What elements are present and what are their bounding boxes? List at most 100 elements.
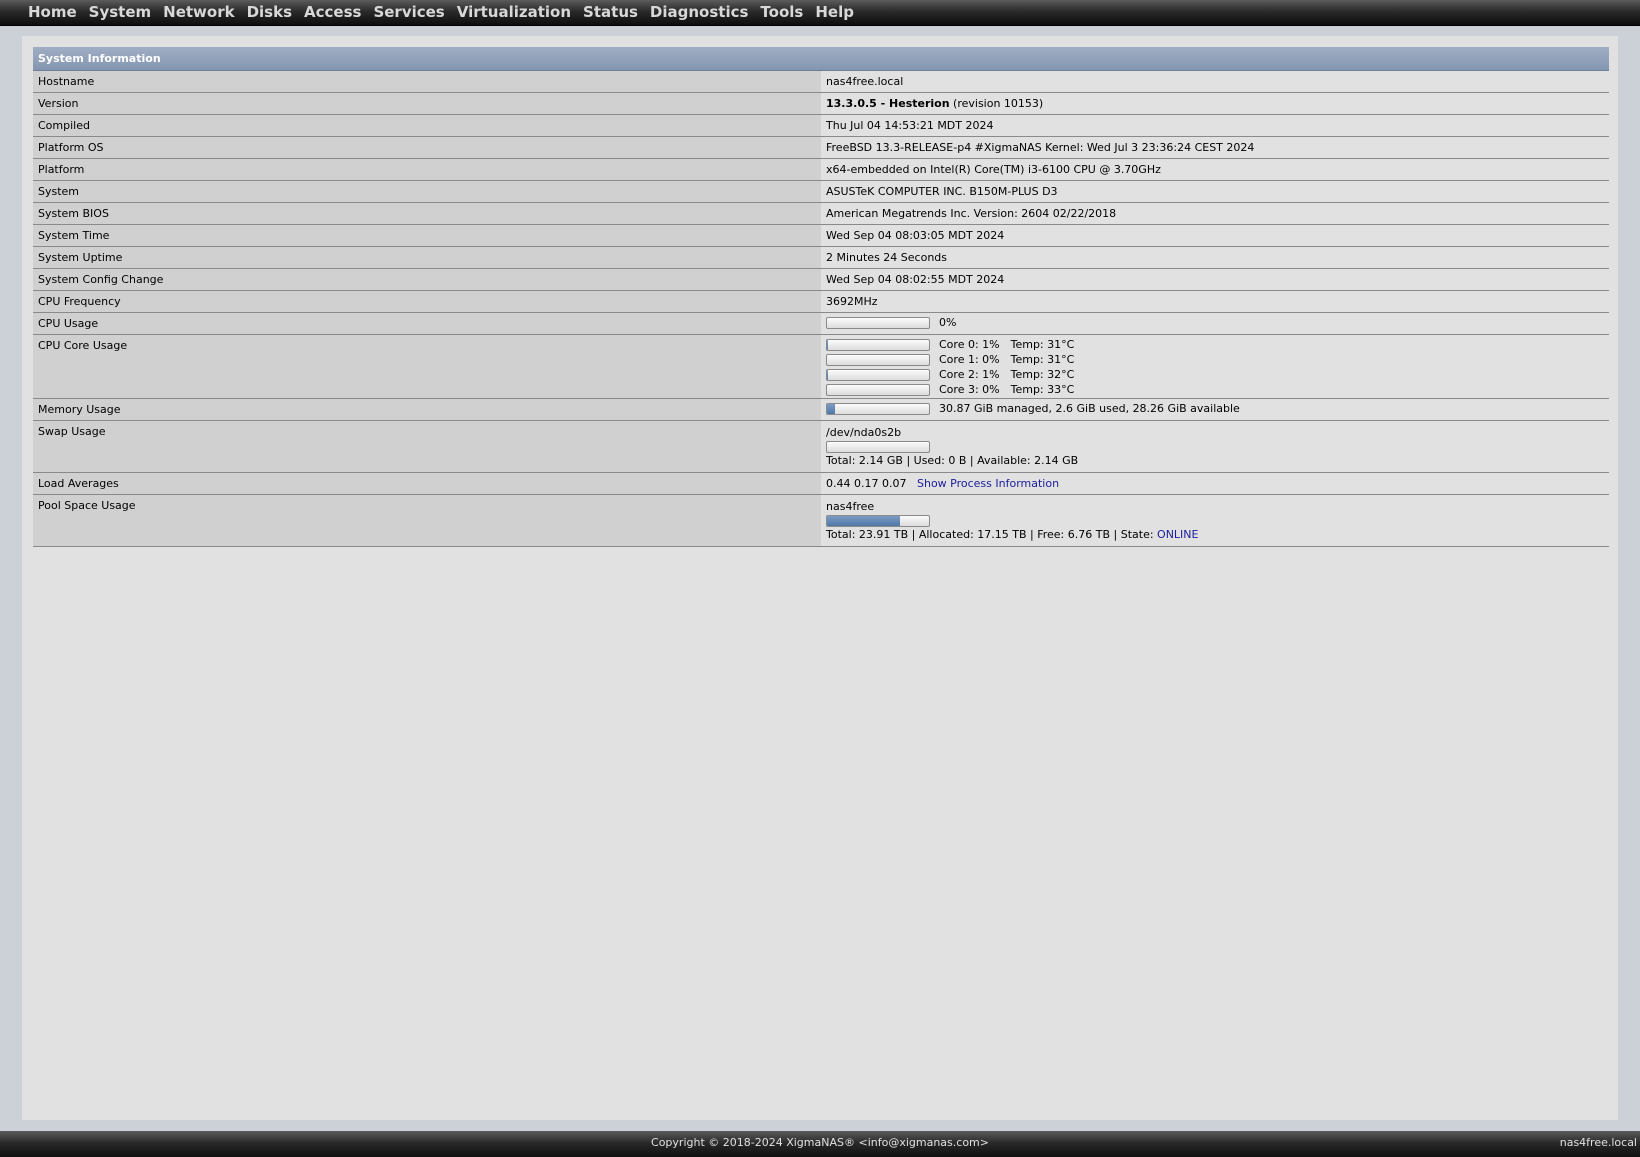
core-temp-text: Temp: 33°C bbox=[1010, 383, 1075, 396]
row-config-change: System Config Change Wed Sep 04 08:02:55… bbox=[33, 268, 1609, 291]
row-bios: System BIOS American Megatrends Inc. Ver… bbox=[33, 202, 1609, 225]
nav-virtualization[interactable]: Virtualization bbox=[451, 0, 577, 25]
core-row: Core 1: 0% Temp: 31°C bbox=[826, 352, 1609, 367]
nav-services[interactable]: Services bbox=[367, 0, 450, 25]
label-compiled: Compiled bbox=[33, 114, 821, 137]
core-usage-text: Core 0: 1% bbox=[939, 338, 1000, 351]
row-system-time: System Time Wed Sep 04 08:03:05 MDT 2024 bbox=[33, 224, 1609, 247]
swap-device: /dev/nda0s2b bbox=[826, 426, 902, 439]
nav-system[interactable]: System bbox=[83, 0, 157, 25]
row-swap-usage: Swap Usage /dev/nda0s2b Total: 2.14 GB |… bbox=[33, 420, 1609, 473]
nav-status[interactable]: Status bbox=[577, 0, 644, 25]
footer-bar: Copyright © 2018-2024 XigmaNAS® <info@xi… bbox=[0, 1131, 1640, 1157]
label-platform-os: Platform OS bbox=[33, 136, 821, 159]
label-load-averages: Load Averages bbox=[33, 472, 821, 495]
label-bios: System BIOS bbox=[33, 202, 821, 225]
value-system: ASUSTeK COMPUTER INC. B150M-PLUS D3 bbox=[821, 180, 1609, 203]
core-usage-text: Core 3: 0% bbox=[939, 383, 1000, 396]
nav-help[interactable]: Help bbox=[809, 0, 860, 25]
cpu-usage-text: 0% bbox=[939, 316, 957, 329]
label-uptime: System Uptime bbox=[33, 246, 821, 269]
row-load-averages: Load Averages 0.44 0.17 0.07 Show Proces… bbox=[33, 472, 1609, 495]
value-bios: American Megatrends Inc. Version: 2604 0… bbox=[821, 202, 1609, 225]
row-cpu-usage: CPU Usage 0% bbox=[33, 312, 1609, 335]
section-title: System Information bbox=[33, 47, 1609, 71]
memory-usage-text: 30.87 GiB managed, 2.6 GiB used, 28.26 G… bbox=[939, 402, 1240, 415]
version-revision: (revision 10153) bbox=[949, 97, 1044, 110]
value-platform: x64-embedded on Intel(R) Core(TM) i3-610… bbox=[821, 158, 1609, 181]
core-row: Core 0: 1% Temp: 31°C bbox=[826, 337, 1609, 352]
label-system-time: System Time bbox=[33, 224, 821, 247]
value-hostname: nas4free.local bbox=[821, 70, 1609, 93]
row-uptime: System Uptime 2 Minutes 24 Seconds bbox=[33, 246, 1609, 269]
swap-usage-bar bbox=[826, 441, 930, 453]
pool-usage-bar bbox=[826, 515, 930, 527]
pool-name: nas4free bbox=[826, 500, 875, 513]
value-load-averages: 0.44 0.17 0.07 Show Process Information bbox=[821, 472, 1609, 495]
value-cpu-core-usage: Core 0: 1% Temp: 31°C Core 1: 0% Temp: 31°… bbox=[821, 334, 1609, 399]
row-memory-usage: Memory Usage 30.87 GiB managed, 2.6 GiB … bbox=[33, 398, 1609, 421]
label-cpu-core-usage: CPU Core Usage bbox=[33, 334, 821, 399]
nav-network[interactable]: Network bbox=[157, 0, 240, 25]
value-platform-os: FreeBSD 13.3-RELEASE-p4 #XigmaNAS Kernel… bbox=[821, 136, 1609, 159]
row-platform-os: Platform OS FreeBSD 13.3-RELEASE-p4 #Xig… bbox=[33, 136, 1609, 159]
value-memory-usage: 30.87 GiB managed, 2.6 GiB used, 28.26 G… bbox=[821, 398, 1609, 421]
pool-usage-text: Total: 23.91 TB | Allocated: 17.15 TB | … bbox=[826, 528, 1158, 541]
value-cpu-frequency: 3692MHz bbox=[821, 290, 1609, 313]
row-cpu-frequency: CPU Frequency 3692MHz bbox=[33, 290, 1609, 313]
cpu-usage-bar bbox=[826, 317, 930, 329]
label-cpu-frequency: CPU Frequency bbox=[33, 290, 821, 313]
memory-usage-bar-fill bbox=[827, 404, 836, 414]
row-pool-space-usage: Pool Space Usage nas4free Total: 23.91 T… bbox=[33, 494, 1609, 547]
core-usage-text: Core 1: 0% bbox=[939, 353, 1000, 366]
memory-usage-bar bbox=[826, 403, 930, 415]
value-pool-space-usage: nas4free Total: 23.91 TB | Allocated: 17… bbox=[821, 494, 1609, 547]
label-swap-usage: Swap Usage bbox=[33, 420, 821, 473]
core-row: Core 2: 1% Temp: 32°C bbox=[826, 367, 1609, 382]
value-swap-usage: /dev/nda0s2b Total: 2.14 GB | Used: 0 B … bbox=[821, 420, 1609, 473]
row-cpu-core-usage: CPU Core Usage Core 0: 1% Temp: 31°C Core… bbox=[33, 334, 1609, 399]
label-pool-space-usage: Pool Space Usage bbox=[33, 494, 821, 547]
label-memory-usage: Memory Usage bbox=[33, 398, 821, 421]
value-config-change: Wed Sep 04 08:02:55 MDT 2024 bbox=[821, 268, 1609, 291]
row-platform: Platform x64-embedded on Intel(R) Core(T… bbox=[33, 158, 1609, 181]
system-info-table: System Information Hostname nas4free.loc… bbox=[33, 47, 1609, 547]
value-version: 13.3.0.5 - Hesterion (revision 10153) bbox=[821, 92, 1609, 115]
nav-home[interactable]: Home bbox=[22, 0, 83, 25]
core-usage-bar-fill bbox=[827, 370, 829, 380]
content-area: System Information Hostname nas4free.loc… bbox=[22, 36, 1618, 1120]
core-usage-bar-fill bbox=[827, 340, 829, 350]
value-uptime: 2 Minutes 24 Seconds bbox=[821, 246, 1609, 269]
core-usage-text: Core 2: 1% bbox=[939, 368, 1000, 381]
main-nav: Home System Network Disks Access Service… bbox=[0, 0, 1640, 25]
nav-tools[interactable]: Tools bbox=[754, 0, 809, 25]
core-usage-bar bbox=[826, 384, 930, 396]
label-hostname: Hostname bbox=[33, 70, 821, 93]
pool-usage-bar-fill bbox=[827, 516, 901, 526]
core-usage-bar bbox=[826, 369, 930, 381]
core-temp-text: Temp: 32°C bbox=[1010, 368, 1075, 381]
nav-diagnostics[interactable]: Diagnostics bbox=[644, 0, 755, 25]
core-row: Core 3: 0% Temp: 33°C bbox=[826, 382, 1609, 397]
label-cpu-usage: CPU Usage bbox=[33, 312, 821, 335]
label-platform: Platform bbox=[33, 158, 821, 181]
value-system-time: Wed Sep 04 08:03:05 MDT 2024 bbox=[821, 224, 1609, 247]
load-averages-text: 0.44 0.17 0.07 bbox=[826, 477, 907, 490]
value-cpu-usage: 0% bbox=[821, 312, 1609, 335]
value-compiled: Thu Jul 04 14:53:21 MDT 2024 bbox=[821, 114, 1609, 137]
core-usage-bar bbox=[826, 339, 930, 351]
swap-usage-text: Total: 2.14 GB | Used: 0 B | Available: … bbox=[826, 454, 1079, 467]
core-usage-bar bbox=[826, 354, 930, 366]
nav-disks[interactable]: Disks bbox=[241, 0, 298, 25]
nav-access[interactable]: Access bbox=[298, 0, 367, 25]
pool-state[interactable]: ONLINE bbox=[1157, 528, 1198, 541]
row-version: Version 13.3.0.5 - Hesterion (revision 1… bbox=[33, 92, 1609, 115]
version-number: 13.3.0.5 - Hesterion bbox=[826, 97, 950, 110]
core-temp-text: Temp: 31°C bbox=[1010, 353, 1075, 366]
core-temp-text: Temp: 31°C bbox=[1010, 338, 1075, 351]
top-menu-bar: Home System Network Disks Access Service… bbox=[0, 0, 1640, 26]
label-system: System bbox=[33, 180, 821, 203]
show-process-info-link[interactable]: Show Process Information bbox=[917, 477, 1059, 490]
copyright-text: Copyright © 2018-2024 XigmaNAS® <info@xi… bbox=[651, 1136, 989, 1149]
row-compiled: Compiled Thu Jul 04 14:53:21 MDT 2024 bbox=[33, 114, 1609, 137]
